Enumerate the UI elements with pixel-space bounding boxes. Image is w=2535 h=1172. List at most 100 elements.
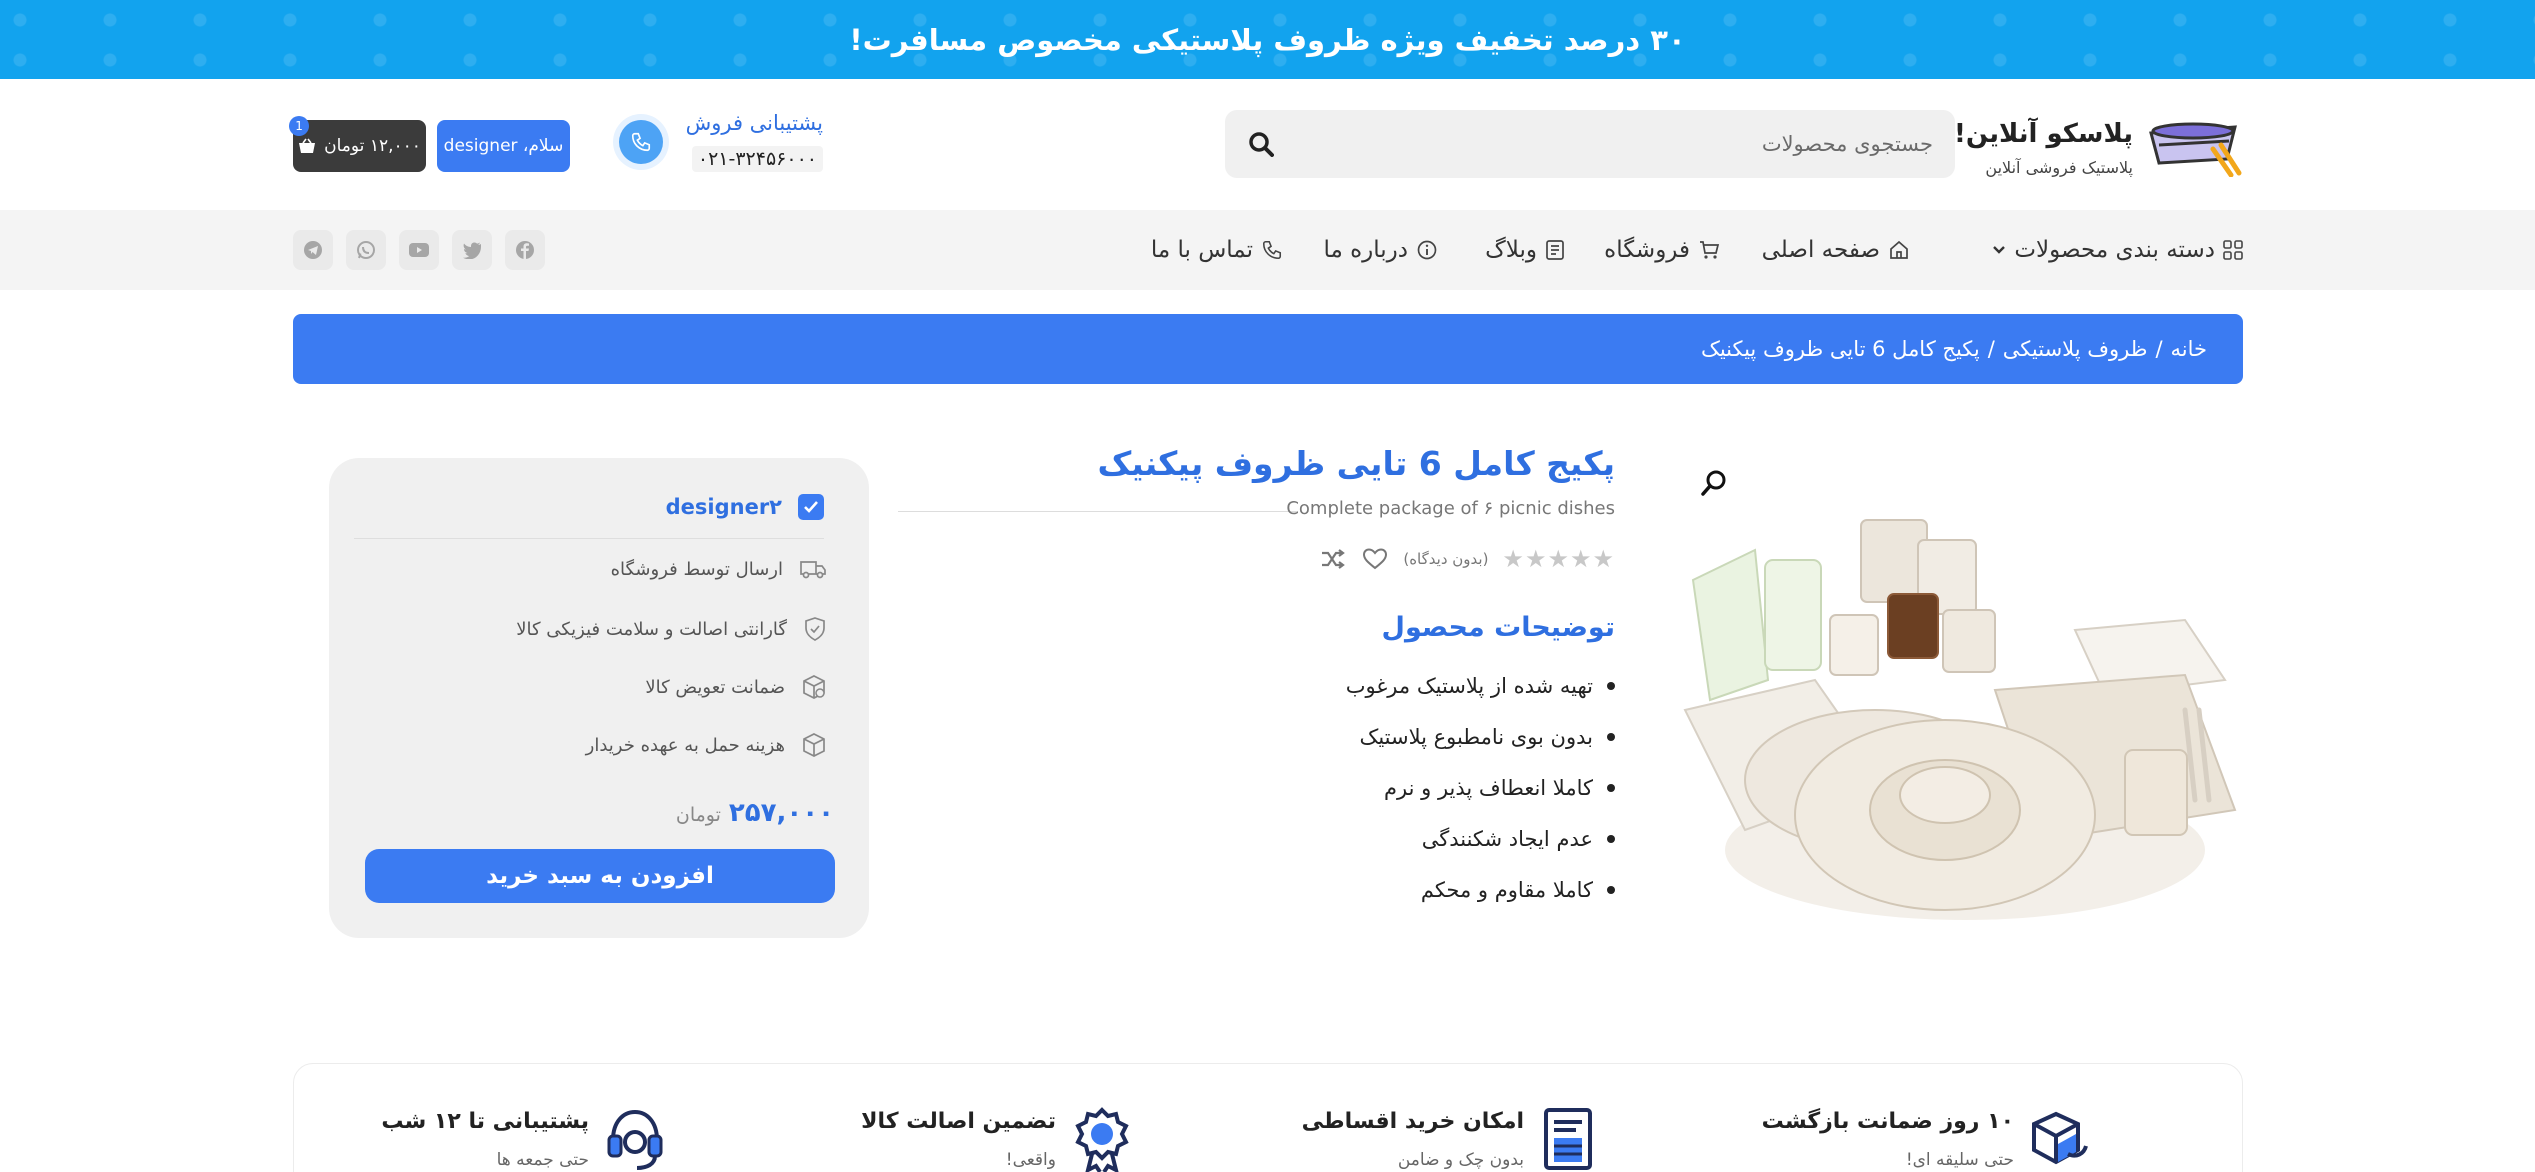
title-divider <box>898 511 1298 512</box>
zoom-icon[interactable] <box>1700 468 1730 498</box>
list-item: کاملا انعطاف پذیر و نرم <box>1346 762 1615 813</box>
seller[interactable]: designer۲ <box>666 494 824 520</box>
service-support: پشتیبانی تا ۱۲ شب حتی جمعه ها <box>381 1106 667 1172</box>
buy-box: designer۲ ارسال توسط فروشگاه گارانتی اصا… <box>329 458 869 938</box>
phone-icon <box>613 114 669 170</box>
nav-categories-label: دسته بندی محصولات <box>2014 237 2215 263</box>
cart-total: ۱۲,۰۰۰ تومان <box>324 136 421 156</box>
nav-home[interactable]: صفحه اصلی <box>1762 232 1910 268</box>
blog-icon <box>1546 240 1564 260</box>
list-item-text: کاملا انعطاف پذیر و نرم <box>1384 775 1593 800</box>
nav-home-label: صفحه اصلی <box>1761 237 1880 263</box>
nav-shop[interactable]: فروشگاه <box>1604 232 1720 268</box>
service-authenticity: تضمین اصالت کالا واقعی! <box>861 1106 1134 1172</box>
product-rating: ★★★★★ (بدون دیدگاه) <box>1319 545 1615 573</box>
breadcrumb-category[interactable]: ظروف پلاستیکی <box>2003 337 2148 361</box>
breadcrumb-home[interactable]: خانه <box>2171 337 2207 361</box>
product-title: پکیج کامل 6 تایی ظروف پیکنیک <box>1097 444 1615 483</box>
breadcrumb-separator: / <box>2155 337 2163 361</box>
list-item: عدم ایجاد شکنندگی <box>1346 813 1615 864</box>
support-phone: ۰۲۱-۳۲۴۵۶۰۰۰ <box>691 146 823 172</box>
wishlist-heart-icon[interactable] <box>1361 545 1389 573</box>
feature-shipping-cost: هزینه حمل به عهده خریدار <box>586 732 827 758</box>
social-links <box>293 230 545 270</box>
breadcrumb-current: پکیج کامل 6 تایی ظروف پیکنیک <box>1701 337 1980 361</box>
feature-exchange-text: ضمانت تعویض کالا <box>645 676 785 698</box>
feature-shipping: ارسال توسط فروشگاه <box>611 558 827 580</box>
list-item-text: بدون بوی نامطبوع پلاستیک <box>1359 724 1593 749</box>
promo-banner: ۳۰ درصد تخفیف ویژه ظروف پلاستیکی مخصوص م… <box>0 0 2535 79</box>
cart-count-badge: 1 <box>289 116 309 136</box>
nav-about[interactable]: درباره ما <box>1323 232 1438 268</box>
service-installment-title: امکان خرید اقساطی <box>1301 1109 1524 1134</box>
list-item-text: عدم ایجاد شکنندگی <box>1421 826 1593 851</box>
rating-stars: ★★★★★ <box>1502 545 1615 573</box>
info-icon <box>1417 240 1437 260</box>
service-return: ۱۰ روز ضمانت بازگشت حتی سلیقه ای! <box>1762 1106 2092 1172</box>
home-icon <box>1890 240 1908 259</box>
service-installment: امکان خرید اقساطی بدون چک و ضامن <box>1302 1106 1602 1172</box>
nav-blog[interactable]: وبلاگ <box>1485 232 1565 268</box>
description-title: توضیحات محصول <box>1381 612 1615 643</box>
feature-warranty-text: گارانتی اصالت و سلامت فیزیکی کالا <box>516 618 787 640</box>
site-logo[interactable]: پلاسکو آنلاین! پلاستیک فروشی آنلاین <box>1954 107 2243 187</box>
service-support-title: پشتیبانی تا ۱۲ شب <box>381 1109 589 1134</box>
nav-shop-label: فروشگاه <box>1604 237 1690 263</box>
logo-subtitle: پلاستیک فروشی آنلاین <box>1985 158 2133 177</box>
nav-contact[interactable]: تماس با ما <box>1151 232 1283 268</box>
buy-box-divider <box>354 538 824 539</box>
compare-shuffle-icon[interactable] <box>1319 545 1347 573</box>
feature-shipping-text: ارسال توسط فروشگاه <box>610 558 783 580</box>
whatsapp-icon[interactable] <box>346 230 386 270</box>
breadcrumb-separator: / <box>1987 337 1995 361</box>
youtube-icon[interactable] <box>399 230 439 270</box>
basket-icon <box>299 138 316 153</box>
search-bar <box>1225 110 1955 178</box>
bullet-icon <box>1607 834 1615 843</box>
grid-icon <box>2223 240 2243 260</box>
nav-categories[interactable]: دسته بندی محصولات <box>1992 232 2243 268</box>
site-header: پلاسکو آنلاین! پلاستیک فروشی آنلاین پشتی… <box>0 79 2535 210</box>
list-item: بدون بوی نامطبوع پلاستیک <box>1346 711 1615 762</box>
award-badge-icon <box>1075 1107 1129 1172</box>
nav-about-label: درباره ما <box>1323 237 1408 263</box>
shield-icon <box>805 617 825 641</box>
breadcrumb: خانه / ظروف پلاستیکی / پکیج کامل 6 تایی … <box>293 314 2243 384</box>
bullet-icon <box>1607 885 1615 894</box>
return-box-icon <box>2032 1111 2088 1165</box>
bullet-icon <box>1607 681 1615 690</box>
service-authenticity-subtitle: واقعی! <box>1005 1150 1056 1170</box>
chevron-down-icon <box>1993 246 2006 254</box>
nav-contact-label: تماس با ما <box>1150 237 1253 263</box>
logo-title: پلاسکو آنلاین! <box>1954 119 2133 149</box>
cart-button[interactable]: 1 ۱۲,۰۰۰ تومان <box>289 116 426 172</box>
check-icon <box>798 494 824 520</box>
product-image[interactable] <box>1665 510 2240 940</box>
product-subtitle: Complete package of ۶ picnic dishes <box>1286 498 1615 519</box>
cart-icon <box>1700 241 1720 259</box>
service-return-subtitle: حتی سلیقه ای! <box>1905 1150 2014 1170</box>
search-input[interactable] <box>1333 124 1933 164</box>
add-to-cart-button[interactable]: افزودن به سبد خرید <box>365 849 835 903</box>
service-support-subtitle: حتی جمعه ها <box>496 1150 589 1170</box>
service-installment-subtitle: بدون چک و ضامن <box>1397 1150 1524 1170</box>
main-nav: دسته بندی محصولات صفحه اصلی فروشگاه وبلا… <box>0 210 2535 290</box>
price: ۲۵۷,۰۰۰ تومان <box>676 798 834 828</box>
review-count: (بدون دیدگاه) <box>1403 550 1489 568</box>
list-item-text: تهیه شده از پلاستیک مرغوب <box>1345 673 1593 698</box>
support-label: پشتیبانی فروش <box>685 111 823 135</box>
list-item: تهیه شده از پلاستیک مرغوب <box>1346 660 1615 711</box>
sales-support[interactable]: پشتیبانی فروش ۰۲۱-۳۲۴۵۶۰۰۰ <box>613 109 823 179</box>
promo-text: ۳۰ درصد تخفیف ویژه ظروف پلاستیکی مخصوص م… <box>849 22 1686 57</box>
telegram-icon[interactable] <box>293 230 333 270</box>
bullet-icon <box>1607 783 1615 792</box>
description-list: تهیه شده از پلاستیک مرغوب بدون بوی نامطب… <box>1346 660 1615 915</box>
user-account-button[interactable]: سلام، designer <box>437 120 570 172</box>
price-value: ۲۵۷,۰۰۰ <box>728 798 834 828</box>
facebook-icon[interactable] <box>505 230 545 270</box>
search-icon[interactable] <box>1243 126 1279 162</box>
invoice-icon <box>1544 1108 1592 1170</box>
service-authenticity-title: تضمین اصالت کالا <box>861 1109 1056 1134</box>
twitter-icon[interactable] <box>452 230 492 270</box>
truck-icon <box>800 561 826 579</box>
